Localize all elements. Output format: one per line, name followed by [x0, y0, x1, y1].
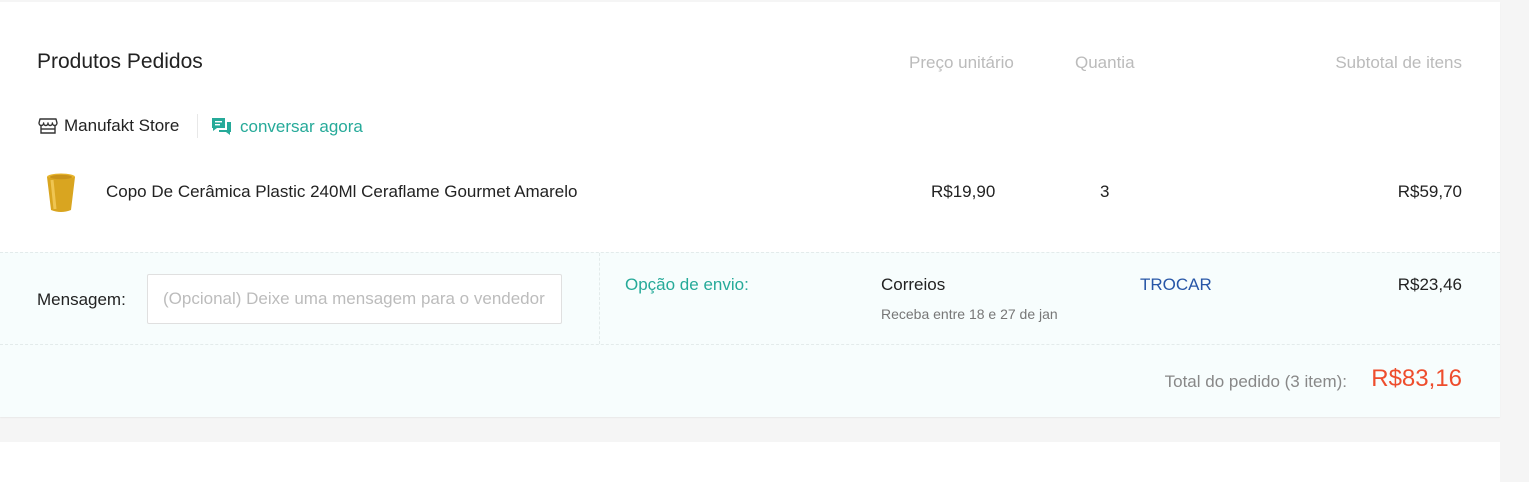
column-header-quantity: Quantia [1075, 53, 1135, 72]
order-item-row: Copo De Cerâmica Plastic 240Ml Ceraflame… [0, 162, 1500, 226]
unit-price: R$19,90 [931, 182, 996, 201]
divider [197, 114, 198, 138]
column-header-subtotal: Subtotal de itens [1335, 53, 1462, 72]
shipping-option-label: Opção de envio: [625, 275, 749, 294]
products-header: Produtos Pedidos Preço unitário Quantia … [0, 2, 1500, 94]
chat-now-link[interactable]: conversar agora [240, 117, 363, 137]
message-area: Mensagem: [0, 253, 600, 344]
store-icon [38, 118, 58, 134]
ordered-products-card: Produtos Pedidos Preço unitário Quantia … [0, 2, 1500, 417]
shipping-carrier: Correios [881, 275, 946, 294]
column-header-unit-price: Preço unitário [909, 53, 1014, 72]
section-title: Produtos Pedidos [37, 50, 203, 73]
change-shipping-button[interactable]: TROCAR [1140, 275, 1212, 295]
message-label: Mensagem: [37, 290, 126, 309]
store-row: Manufakt Store conversar agora [0, 114, 600, 142]
message-input[interactable] [147, 274, 562, 324]
quantity: 3 [1100, 182, 1110, 201]
chat-icon[interactable] [211, 117, 232, 136]
next-section-card [0, 442, 1500, 482]
item-subtotal: R$59,70 [1397, 182, 1462, 201]
divider [0, 344, 1500, 345]
store-name[interactable]: Manufakt Store [64, 116, 179, 136]
order-total-label: Total do pedido (3 item): [1164, 372, 1347, 391]
shipping-section: Mensagem: Opção de envio: Correios Receb… [0, 252, 1500, 417]
order-total-value: R$83,16 [1371, 365, 1462, 392]
shipping-price: R$23,46 [1397, 275, 1462, 294]
product-name[interactable]: Copo De Cerâmica Plastic 240Ml Ceraflame… [106, 182, 577, 202]
shipping-eta: Receba entre 18 e 27 de jan [881, 306, 1058, 322]
yellow-cup-image [47, 173, 75, 212]
